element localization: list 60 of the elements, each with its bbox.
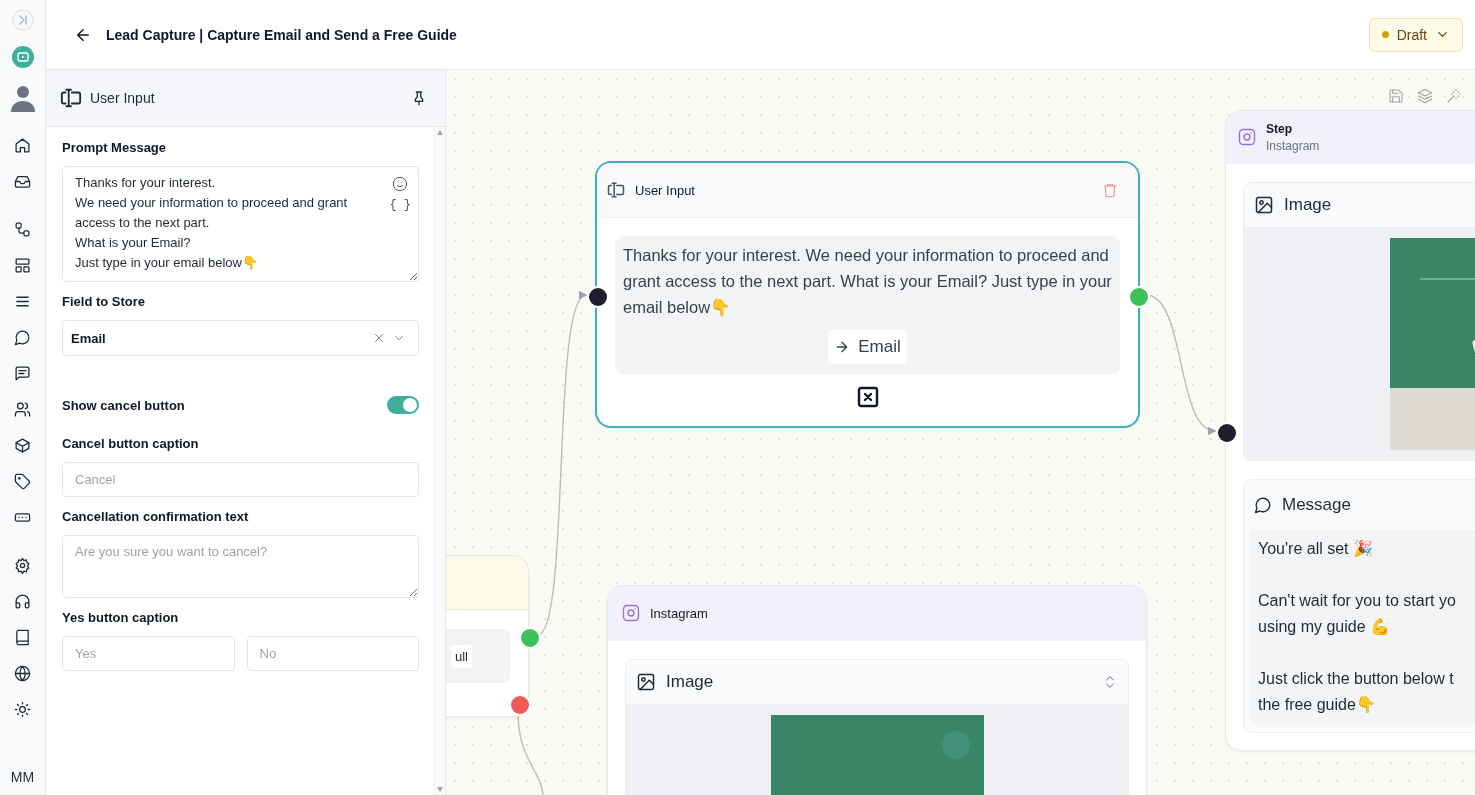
emoji-icon[interactable]	[392, 176, 409, 192]
image-icon	[636, 672, 656, 692]
cancel-box-icon[interactable]	[855, 385, 880, 409]
block-title: Message	[1282, 495, 1351, 515]
clear-icon[interactable]	[372, 331, 386, 345]
message-icon[interactable]	[14, 364, 31, 382]
chip-label: Email	[858, 336, 901, 358]
layout-icon[interactable]	[14, 256, 31, 274]
text-field[interactable]: No	[246, 636, 419, 671]
globe-icon[interactable]	[14, 664, 31, 682]
message-text: You're all set 🎉	[1258, 539, 1374, 560]
node-title: Step	[1266, 121, 1293, 136]
book-icon[interactable]	[14, 628, 31, 646]
home-icon[interactable]	[14, 136, 31, 154]
tag-icon[interactable]	[14, 472, 31, 490]
image-icon	[1254, 195, 1274, 215]
chat-icon[interactable]	[14, 328, 31, 346]
status-dropdown[interactable]: Draft	[1368, 17, 1463, 52]
chat-icon	[1254, 496, 1272, 514]
user-initials: MM	[10, 769, 35, 785]
users-icon[interactable]	[14, 400, 31, 418]
panel-title: User Input	[90, 90, 155, 106]
node-subtitle: Instagram	[1266, 138, 1320, 153]
connection-port[interactable]	[1216, 422, 1238, 444]
field-label: Yes button caption	[62, 610, 180, 626]
node-title: User Input	[635, 182, 695, 198]
text-input-icon	[60, 87, 82, 109]
field-label: Cancellation confirmation text	[62, 509, 250, 525]
message-text: Thanks for your interest. We need your information to proceed and grant access to the next part. What is your Email? Just type in your email below👇	[623, 245, 1112, 319]
field-label: Prompt Message	[62, 140, 168, 156]
box-icon[interactable]	[14, 436, 31, 454]
workflow-icon[interactable]	[14, 220, 31, 238]
block-title: Image	[666, 672, 714, 692]
instagram-icon	[1238, 128, 1256, 146]
sun-icon[interactable]	[14, 700, 31, 718]
avatar-icon[interactable]	[8, 84, 37, 112]
option-chip: ull	[451, 644, 472, 668]
text-field[interactable]: Cancel	[62, 462, 419, 497]
settings-icon[interactable]	[14, 556, 31, 574]
message-text: Can't wait for you to start yo using my guide 💪	[1258, 591, 1457, 637]
select-field[interactable]: Email	[62, 320, 419, 356]
status-dot-icon	[1381, 31, 1389, 38]
page-title: Lead Capture | Capture Email and Send a Free Guide	[106, 26, 457, 43]
text-area-field[interactable]: Are you sure you want to cancel?	[62, 535, 419, 598]
message-text: Just click the button below t the free guide👇	[1258, 669, 1455, 715]
text-field[interactable]: Yes	[62, 636, 235, 671]
toggle-switch[interactable]	[387, 396, 419, 414]
variable-button[interactable]: { }	[389, 198, 411, 212]
field-label: Show cancel button	[62, 397, 185, 413]
connection-port[interactable]	[587, 286, 609, 308]
node-title: Instagram	[650, 605, 708, 621]
field-label: Field to Store	[62, 294, 147, 310]
instagram-icon	[622, 604, 640, 622]
text-input-icon	[607, 181, 625, 199]
headphones-icon[interactable]	[14, 592, 31, 610]
flow-node[interactable]: User Input Thanks for your interest. We need your information to proceed and grant access to the next part. What is your Email? Just type in your email below👇 Email	[595, 161, 1140, 428]
scrollbar[interactable]	[434, 127, 445, 795]
block-title: Image	[1284, 195, 1332, 215]
field-label: Cancel button caption	[62, 436, 200, 452]
app-logo[interactable]	[11, 46, 34, 68]
